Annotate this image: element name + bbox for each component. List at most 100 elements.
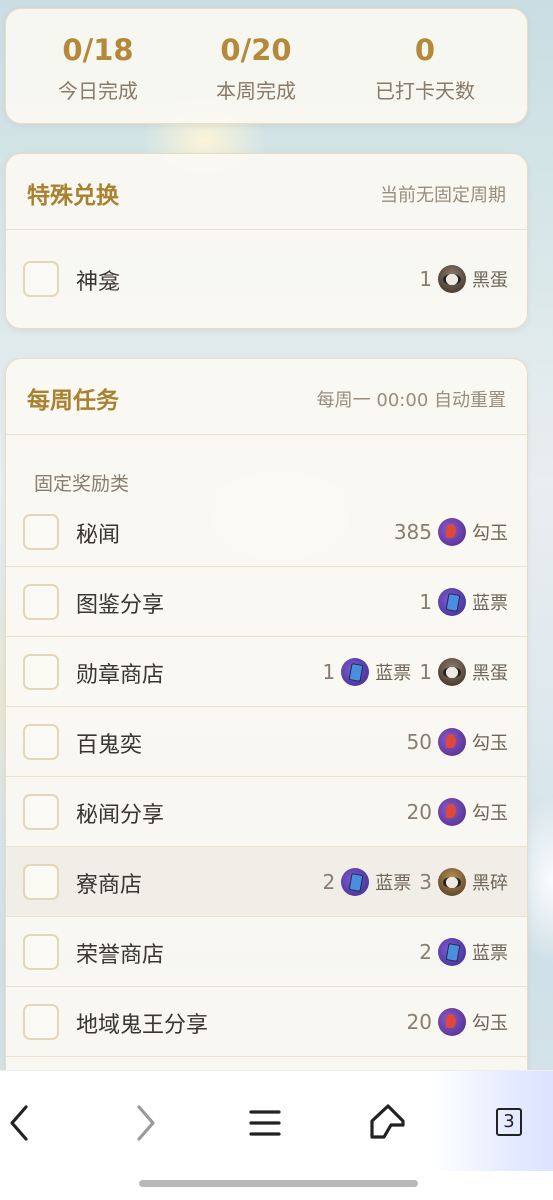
task-rewards: 385 勾玉 [386, 517, 508, 547]
section-title: 特殊兑换 [27, 183, 119, 209]
task-row[interactable]: 图鉴分享 1 蓝票 [6, 567, 527, 637]
reward: 1 蓝票 [323, 658, 412, 686]
reward-name: 勾玉 [472, 803, 508, 824]
stat-week: 0/20 本周完成 [169, 9, 343, 123]
reward: 1 黑蛋 [419, 658, 508, 686]
task-name: 秘闻 [76, 523, 121, 548]
stat-label: 今日完成 [58, 79, 138, 103]
lanpiao-icon [438, 588, 466, 616]
task-rewards: 20 勾玉 [399, 1007, 508, 1037]
task-row[interactable]: 秘闻 385 勾玉 [6, 497, 527, 567]
task-checkbox[interactable] [23, 934, 59, 970]
weekly-tasks-card: 每周任务 每周一 00:00 自动重置 固定奖励类 秘闻 385 勾玉 图鉴分享… [5, 358, 528, 1098]
task-checkbox[interactable] [23, 654, 59, 690]
special-exchange-card: 特殊兑换 当前无固定周期 神龛 1 黑蛋 [5, 153, 528, 329]
stat-today: 0/18 今日完成 [11, 9, 185, 123]
task-checkbox[interactable] [23, 584, 59, 620]
reward-name: 勾玉 [472, 733, 508, 754]
section-note: 每周一 00:00 自动重置 [316, 390, 506, 411]
reward-name: 黑碎 [472, 873, 508, 894]
task-checkbox[interactable] [23, 514, 59, 550]
forward-arrow-icon [137, 1105, 155, 1141]
reward: 20 勾玉 [407, 798, 508, 826]
stat-value: 0 [414, 33, 436, 67]
reward: 20 勾玉 [407, 1008, 508, 1036]
reward-qty: 3 [419, 870, 432, 894]
task-checkbox[interactable] [23, 1004, 59, 1040]
task-row[interactable]: 秘闻分享 20 勾玉 [6, 777, 527, 847]
reward: 3 黑碎 [419, 868, 508, 896]
reward-qty: 2 [322, 870, 336, 894]
reward: 385 勾玉 [394, 518, 508, 546]
category-label: 固定奖励类 [34, 473, 130, 495]
reward: 2 蓝票 [322, 868, 412, 896]
task-rewards: 1 黑蛋 [411, 264, 508, 294]
lanpiao-icon [438, 938, 466, 966]
menu-icon [249, 1110, 281, 1136]
heidan-icon [438, 265, 466, 293]
reward: 1 黑蛋 [419, 265, 508, 293]
gouyu-icon [438, 518, 466, 546]
stat-checkin-days: 0 已打卡天数 [338, 9, 512, 123]
task-row[interactable]: 神龛 1 黑蛋 [6, 244, 527, 314]
reward-qty: 50 [406, 730, 432, 754]
task-name: 百鬼奕 [76, 733, 143, 758]
section-header: 每周任务 每周一 00:00 自动重置 [6, 359, 527, 435]
reward-name: 蓝票 [472, 593, 508, 614]
task-name: 神龛 [76, 270, 121, 295]
back-button[interactable] [0, 1093, 50, 1153]
reward-qty: 385 [393, 520, 432, 544]
gouyu-icon [438, 798, 466, 826]
menu-button[interactable] [235, 1093, 295, 1153]
stat-label: 已打卡天数 [375, 79, 475, 103]
heidan-icon [438, 658, 466, 686]
home-indicator [139, 1180, 418, 1187]
stat-value: 0/20 [220, 33, 292, 67]
task-checkbox[interactable] [23, 794, 59, 830]
reward: 1 蓝票 [419, 588, 508, 616]
task-row[interactable]: 寮商店 2 蓝票 3 黑碎 [6, 847, 527, 917]
reward-name: 蓝票 [375, 663, 412, 684]
task-rewards: 50 勾玉 [399, 727, 508, 757]
stat-value: 0/18 [62, 33, 134, 67]
reward-qty: 1 [419, 267, 432, 291]
gouyu-icon [438, 1008, 466, 1036]
task-name: 勋章商店 [76, 663, 165, 688]
reward-qty: 20 [406, 1010, 432, 1034]
reward-name: 黑蛋 [472, 663, 508, 684]
stat-label: 本周完成 [216, 79, 296, 103]
tabs-button[interactable]: 3 [478, 1093, 538, 1153]
task-rewards: 1 蓝票 [411, 587, 508, 617]
task-name: 荣誉商店 [76, 943, 165, 968]
task-rewards: 2 蓝票 3 黑碎 [315, 867, 508, 897]
reward: 50 勾玉 [407, 728, 508, 756]
reward-qty: 1 [419, 590, 432, 614]
task-row[interactable]: 地域鬼王分享 20 勾玉 [6, 987, 527, 1057]
task-row[interactable]: 荣誉商店 2 蓝票 [6, 917, 527, 987]
task-rewards: 20 勾玉 [399, 797, 508, 827]
section-note: 当前无固定周期 [380, 185, 506, 206]
section-title: 每周任务 [27, 388, 119, 414]
reward-name: 蓝票 [375, 873, 412, 894]
task-name: 寮商店 [76, 873, 143, 898]
reward-name: 勾玉 [472, 1013, 508, 1034]
task-name: 图鉴分享 [76, 593, 165, 618]
reward-name: 勾玉 [472, 523, 508, 544]
task-checkbox[interactable] [23, 724, 59, 760]
lanpiao-icon [341, 868, 370, 896]
task-checkbox[interactable] [23, 864, 59, 900]
forward-button[interactable] [115, 1093, 175, 1153]
reward-name: 黑蛋 [472, 270, 508, 291]
task-checkbox[interactable] [23, 261, 59, 297]
reward-qty: 2 [419, 940, 432, 964]
task-row[interactable]: 勋章商店 1 蓝票 1 黑蛋 [6, 637, 527, 707]
stats-card: 0/18 今日完成 0/20 本周完成 0 已打卡天数 [5, 8, 528, 124]
reward-qty: 20 [406, 800, 432, 824]
task-rewards: 2 蓝票 [411, 937, 508, 967]
reward-qty: 1 [419, 660, 432, 684]
reward: 2 蓝票 [419, 938, 508, 966]
heisui-icon [438, 868, 466, 896]
home-icon [370, 1104, 405, 1139]
home-button[interactable] [357, 1093, 417, 1153]
task-row[interactable]: 百鬼奕 50 勾玉 [6, 707, 527, 777]
